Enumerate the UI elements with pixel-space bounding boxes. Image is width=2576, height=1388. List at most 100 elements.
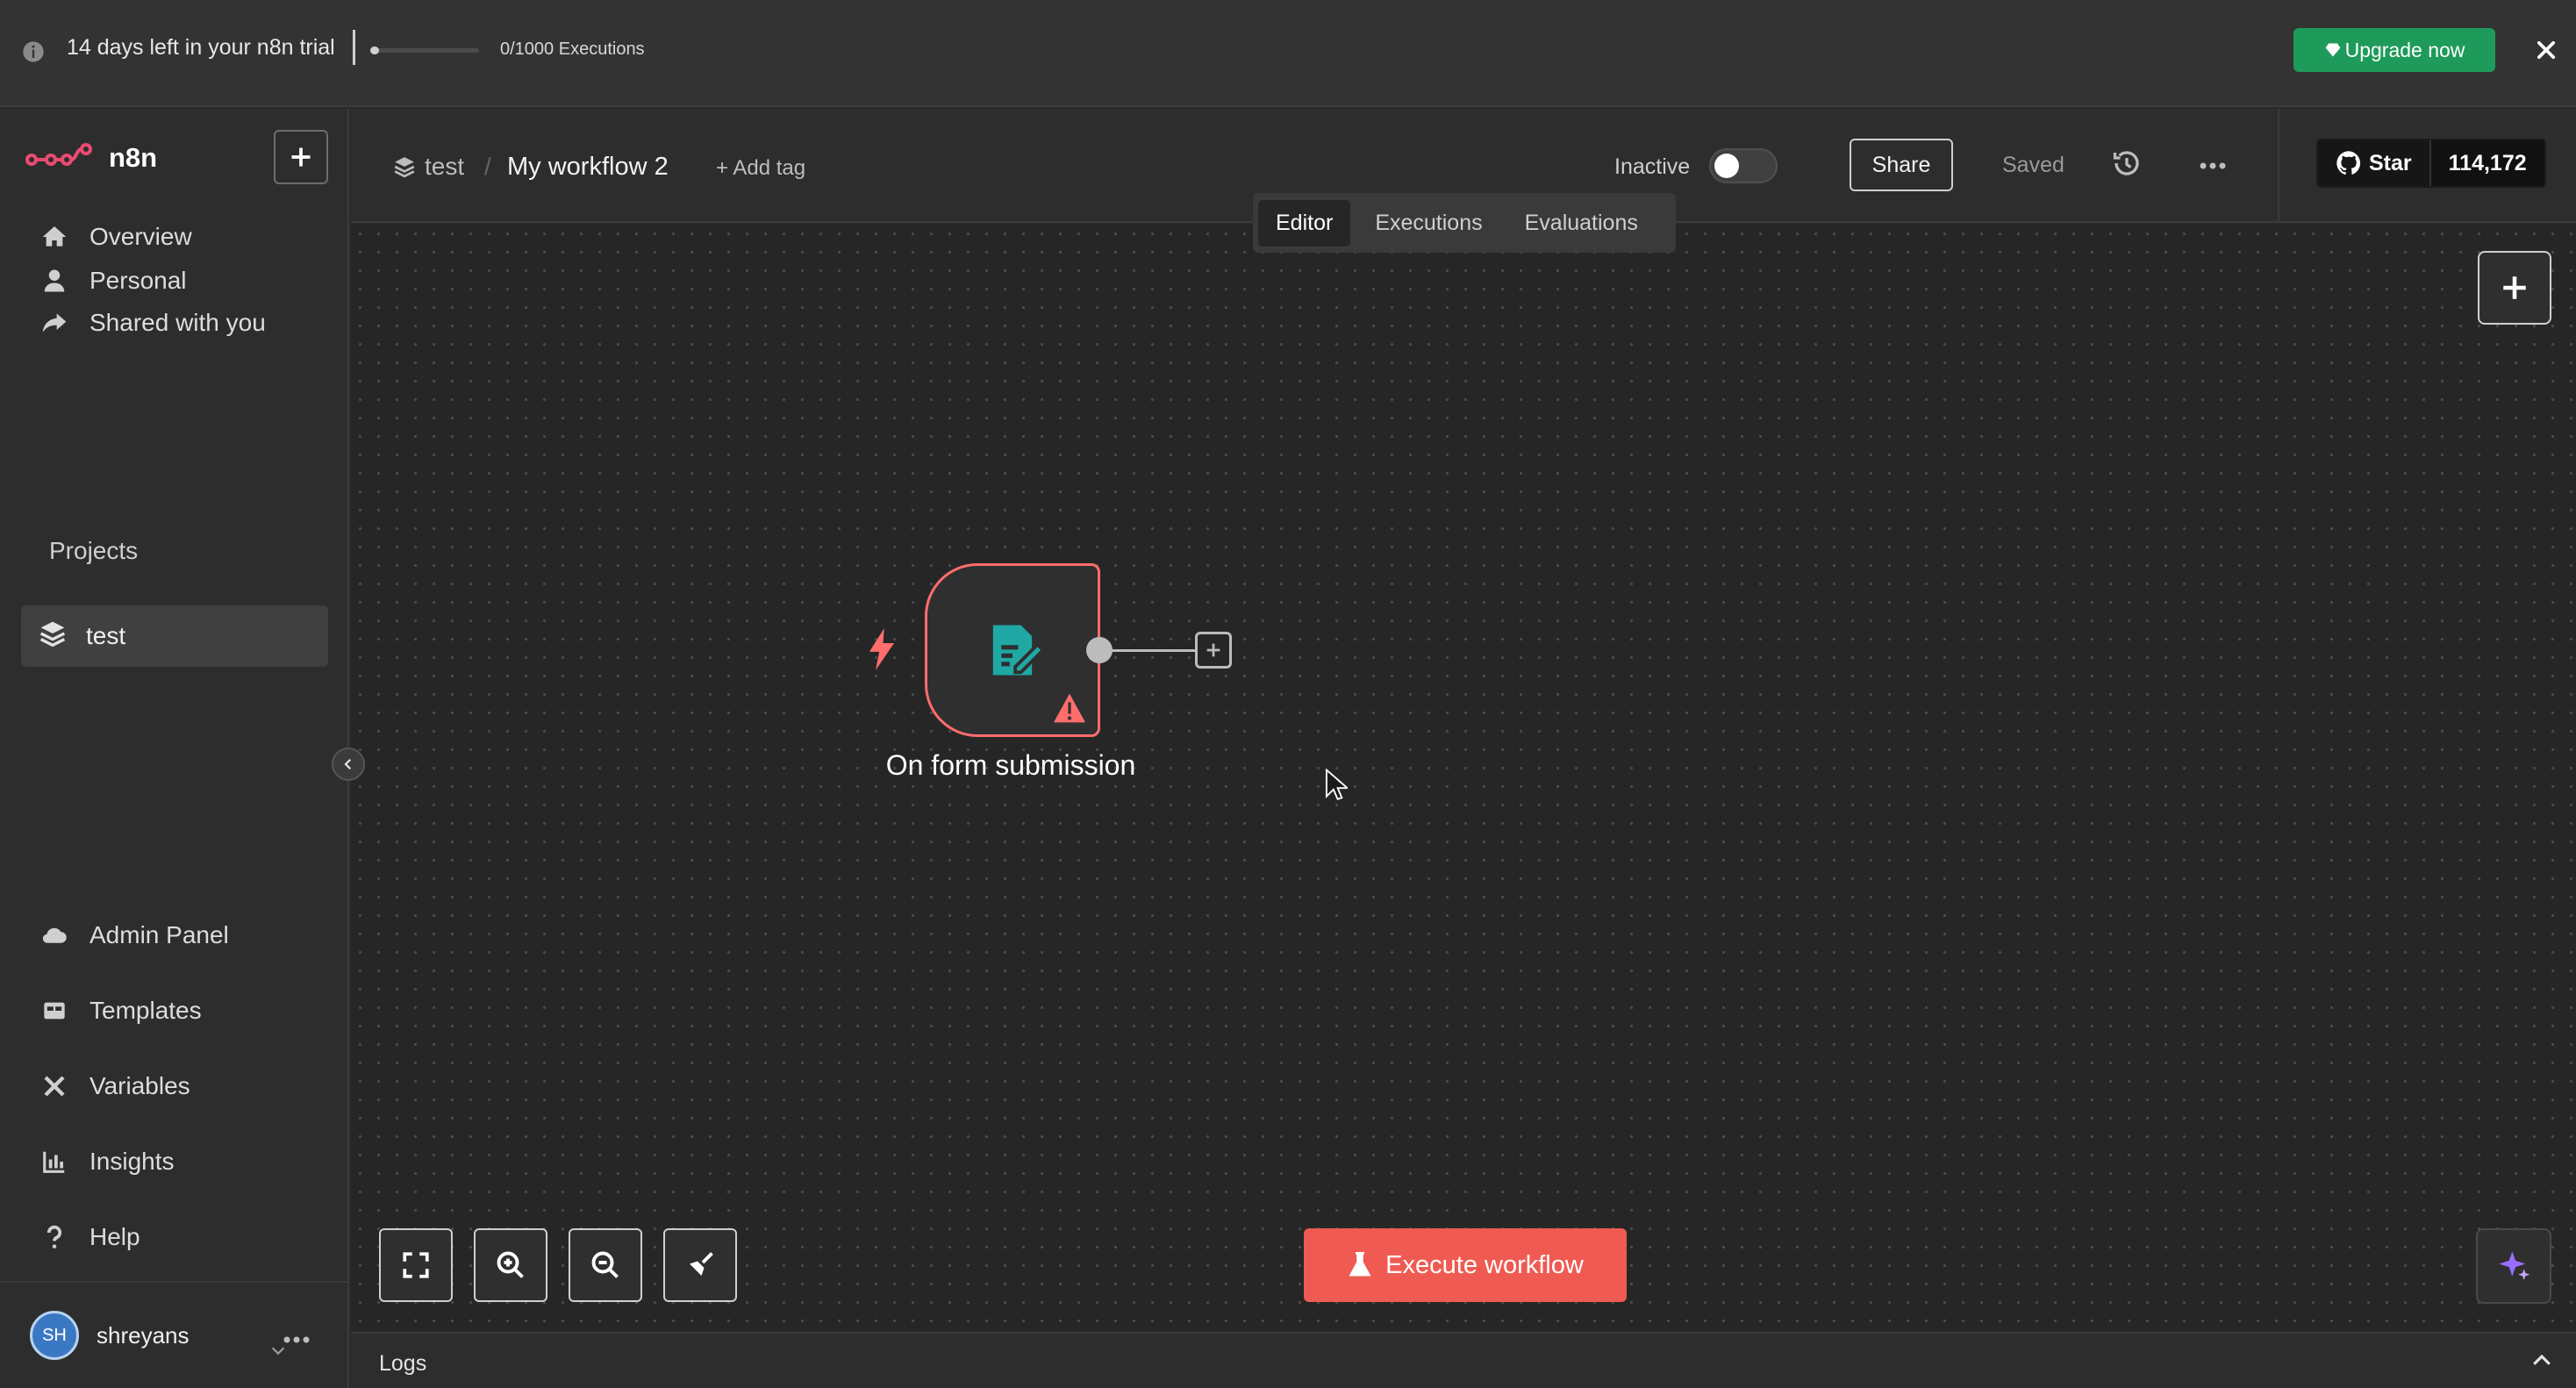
chart-icon (39, 1146, 70, 1177)
sidebar-item-insights[interactable]: Insights (39, 1146, 175, 1177)
ai-assistant-button[interactable] (2476, 1228, 2551, 1304)
share-button[interactable]: Share (1850, 139, 1953, 191)
layers-icon (39, 619, 67, 654)
sidebar-item-label: Admin Panel (89, 921, 229, 948)
share-icon (39, 307, 70, 339)
collapse-sidebar-button[interactable] (332, 748, 365, 781)
sidebar-item-help[interactable]: Help (39, 1221, 140, 1253)
github-icon (2336, 151, 2361, 175)
add-next-node-button[interactable] (1195, 632, 1232, 669)
logs-panel-bar[interactable]: Logs (351, 1332, 2576, 1388)
broom-icon (690, 1252, 713, 1276)
more-horizontal-icon[interactable] (2199, 161, 2227, 170)
executions-count: 0/1000 Executions (500, 39, 645, 59)
form-edit-icon (992, 625, 1046, 676)
tab-editor[interactable]: Editor (1258, 199, 1351, 247)
sidebar: n8n Overview Personal Shared with you Pr… (0, 109, 349, 1388)
zoom-out-icon (591, 1251, 619, 1278)
github-star-count: 114,172 (2430, 140, 2544, 186)
github-star-label: Star (2369, 150, 2412, 175)
zoom-out-button[interactable] (569, 1228, 642, 1302)
chevron-left-icon (344, 758, 352, 770)
plus-icon (1206, 643, 1220, 657)
user-divider (0, 1281, 347, 1283)
sidebar-item-project-test[interactable]: test (21, 605, 328, 667)
sidebar-item-label: Insights (89, 1148, 175, 1175)
sidebar-item-personal[interactable]: Personal (39, 265, 187, 297)
trial-days-text: 14 days left in your n8n trial (67, 35, 335, 60)
execute-workflow-button[interactable]: Execute workflow (1304, 1228, 1627, 1302)
github-star-button[interactable]: Star 114,172 (2316, 139, 2546, 188)
zoom-in-icon (497, 1251, 524, 1278)
node-label: On form submission (885, 749, 1136, 781)
workflow-node-form-trigger[interactable] (925, 563, 1100, 737)
templates-icon (39, 995, 70, 1027)
trial-banner: 14 days left in your n8n trial 0/1000 Ex… (0, 0, 2576, 107)
sidebar-item-label: Variables (89, 1072, 190, 1099)
close-icon[interactable] (2534, 38, 2558, 62)
workflow-name[interactable]: My workflow 2 (507, 153, 669, 182)
tab-evaluations[interactable]: Evaluations (1507, 200, 1656, 247)
plus-icon (2503, 276, 2526, 299)
variables-icon (39, 1070, 70, 1102)
sidebar-item-label: Templates (89, 997, 202, 1024)
sidebar-item-label: Shared with you (89, 309, 266, 336)
brand-name: n8n (109, 142, 158, 173)
breadcrumb-project[interactable]: test (393, 153, 464, 181)
info-icon (23, 41, 44, 62)
cloud-icon (39, 919, 70, 951)
upgrade-now-label: Upgrade now (2344, 38, 2465, 61)
sidebar-item-shared[interactable]: Shared with you (39, 307, 266, 339)
node-output-connector (1111, 649, 1195, 652)
sidebar-item-admin-panel[interactable]: Admin Panel (39, 919, 229, 951)
n8n-logo[interactable]: n8n (25, 140, 157, 175)
toggle-knob (1714, 154, 1739, 178)
chevron-up-icon[interactable] (2529, 1348, 2555, 1374)
save-status: Saved (2002, 153, 2064, 177)
breadcrumb-separator: / (484, 153, 491, 180)
fullscreen-icon (403, 1252, 429, 1278)
warning-icon (1054, 693, 1085, 723)
project-label: test (86, 622, 126, 649)
node-output-handle[interactable] (1086, 637, 1113, 663)
sidebar-item-variables[interactable]: Variables (39, 1070, 190, 1102)
history-icon[interactable] (2111, 147, 2143, 179)
username: shreyans (97, 1321, 190, 1349)
execute-workflow-label: Execute workflow (1385, 1250, 1584, 1279)
avatar: SH (30, 1311, 79, 1360)
executions-progress-fill (370, 47, 379, 54)
create-new-button[interactable] (274, 130, 328, 184)
flask-icon (1349, 1252, 1371, 1277)
active-toggle[interactable] (1709, 148, 1778, 183)
n8n-logo-icon (25, 143, 92, 166)
view-tabs: Editor Executions Evaluations (1253, 193, 1676, 253)
projects-heading: Projects (49, 537, 139, 564)
breadcrumb-project-label: test (425, 153, 465, 180)
github-star-left: Star (2318, 140, 2431, 186)
sidebar-item-overview[interactable]: Overview (39, 221, 192, 253)
lightning-bolt-icon (869, 628, 895, 670)
sparkle-icon (2499, 1251, 2530, 1280)
question-icon (39, 1221, 70, 1253)
mouse-cursor-icon (1325, 769, 1348, 801)
user-icon (39, 265, 70, 297)
fit-view-button[interactable] (379, 1228, 453, 1302)
add-tag-button[interactable]: + Add tag (716, 156, 805, 181)
zoom-in-button[interactable] (474, 1228, 547, 1302)
gem-icon (2325, 43, 2340, 57)
sidebar-item-templates[interactable]: Templates (39, 995, 202, 1027)
banner-divider (353, 30, 355, 65)
logs-label: Logs (379, 1351, 427, 1376)
header-divider (2278, 109, 2279, 221)
tab-executions[interactable]: Executions (1357, 200, 1499, 247)
workflow-canvas[interactable] (351, 225, 2576, 1332)
add-node-button[interactable] (2478, 251, 2551, 325)
user-profile[interactable]: SH shreyans (30, 1311, 190, 1360)
home-icon (39, 221, 70, 253)
upgrade-now-button[interactable]: Upgrade now (2293, 28, 2495, 72)
sidebar-item-label: Overview (89, 223, 192, 250)
tidy-up-button[interactable] (663, 1228, 737, 1302)
plus-icon (291, 147, 311, 167)
more-horizontal-icon[interactable] (283, 1335, 311, 1344)
executions-progress-bar (370, 47, 479, 54)
